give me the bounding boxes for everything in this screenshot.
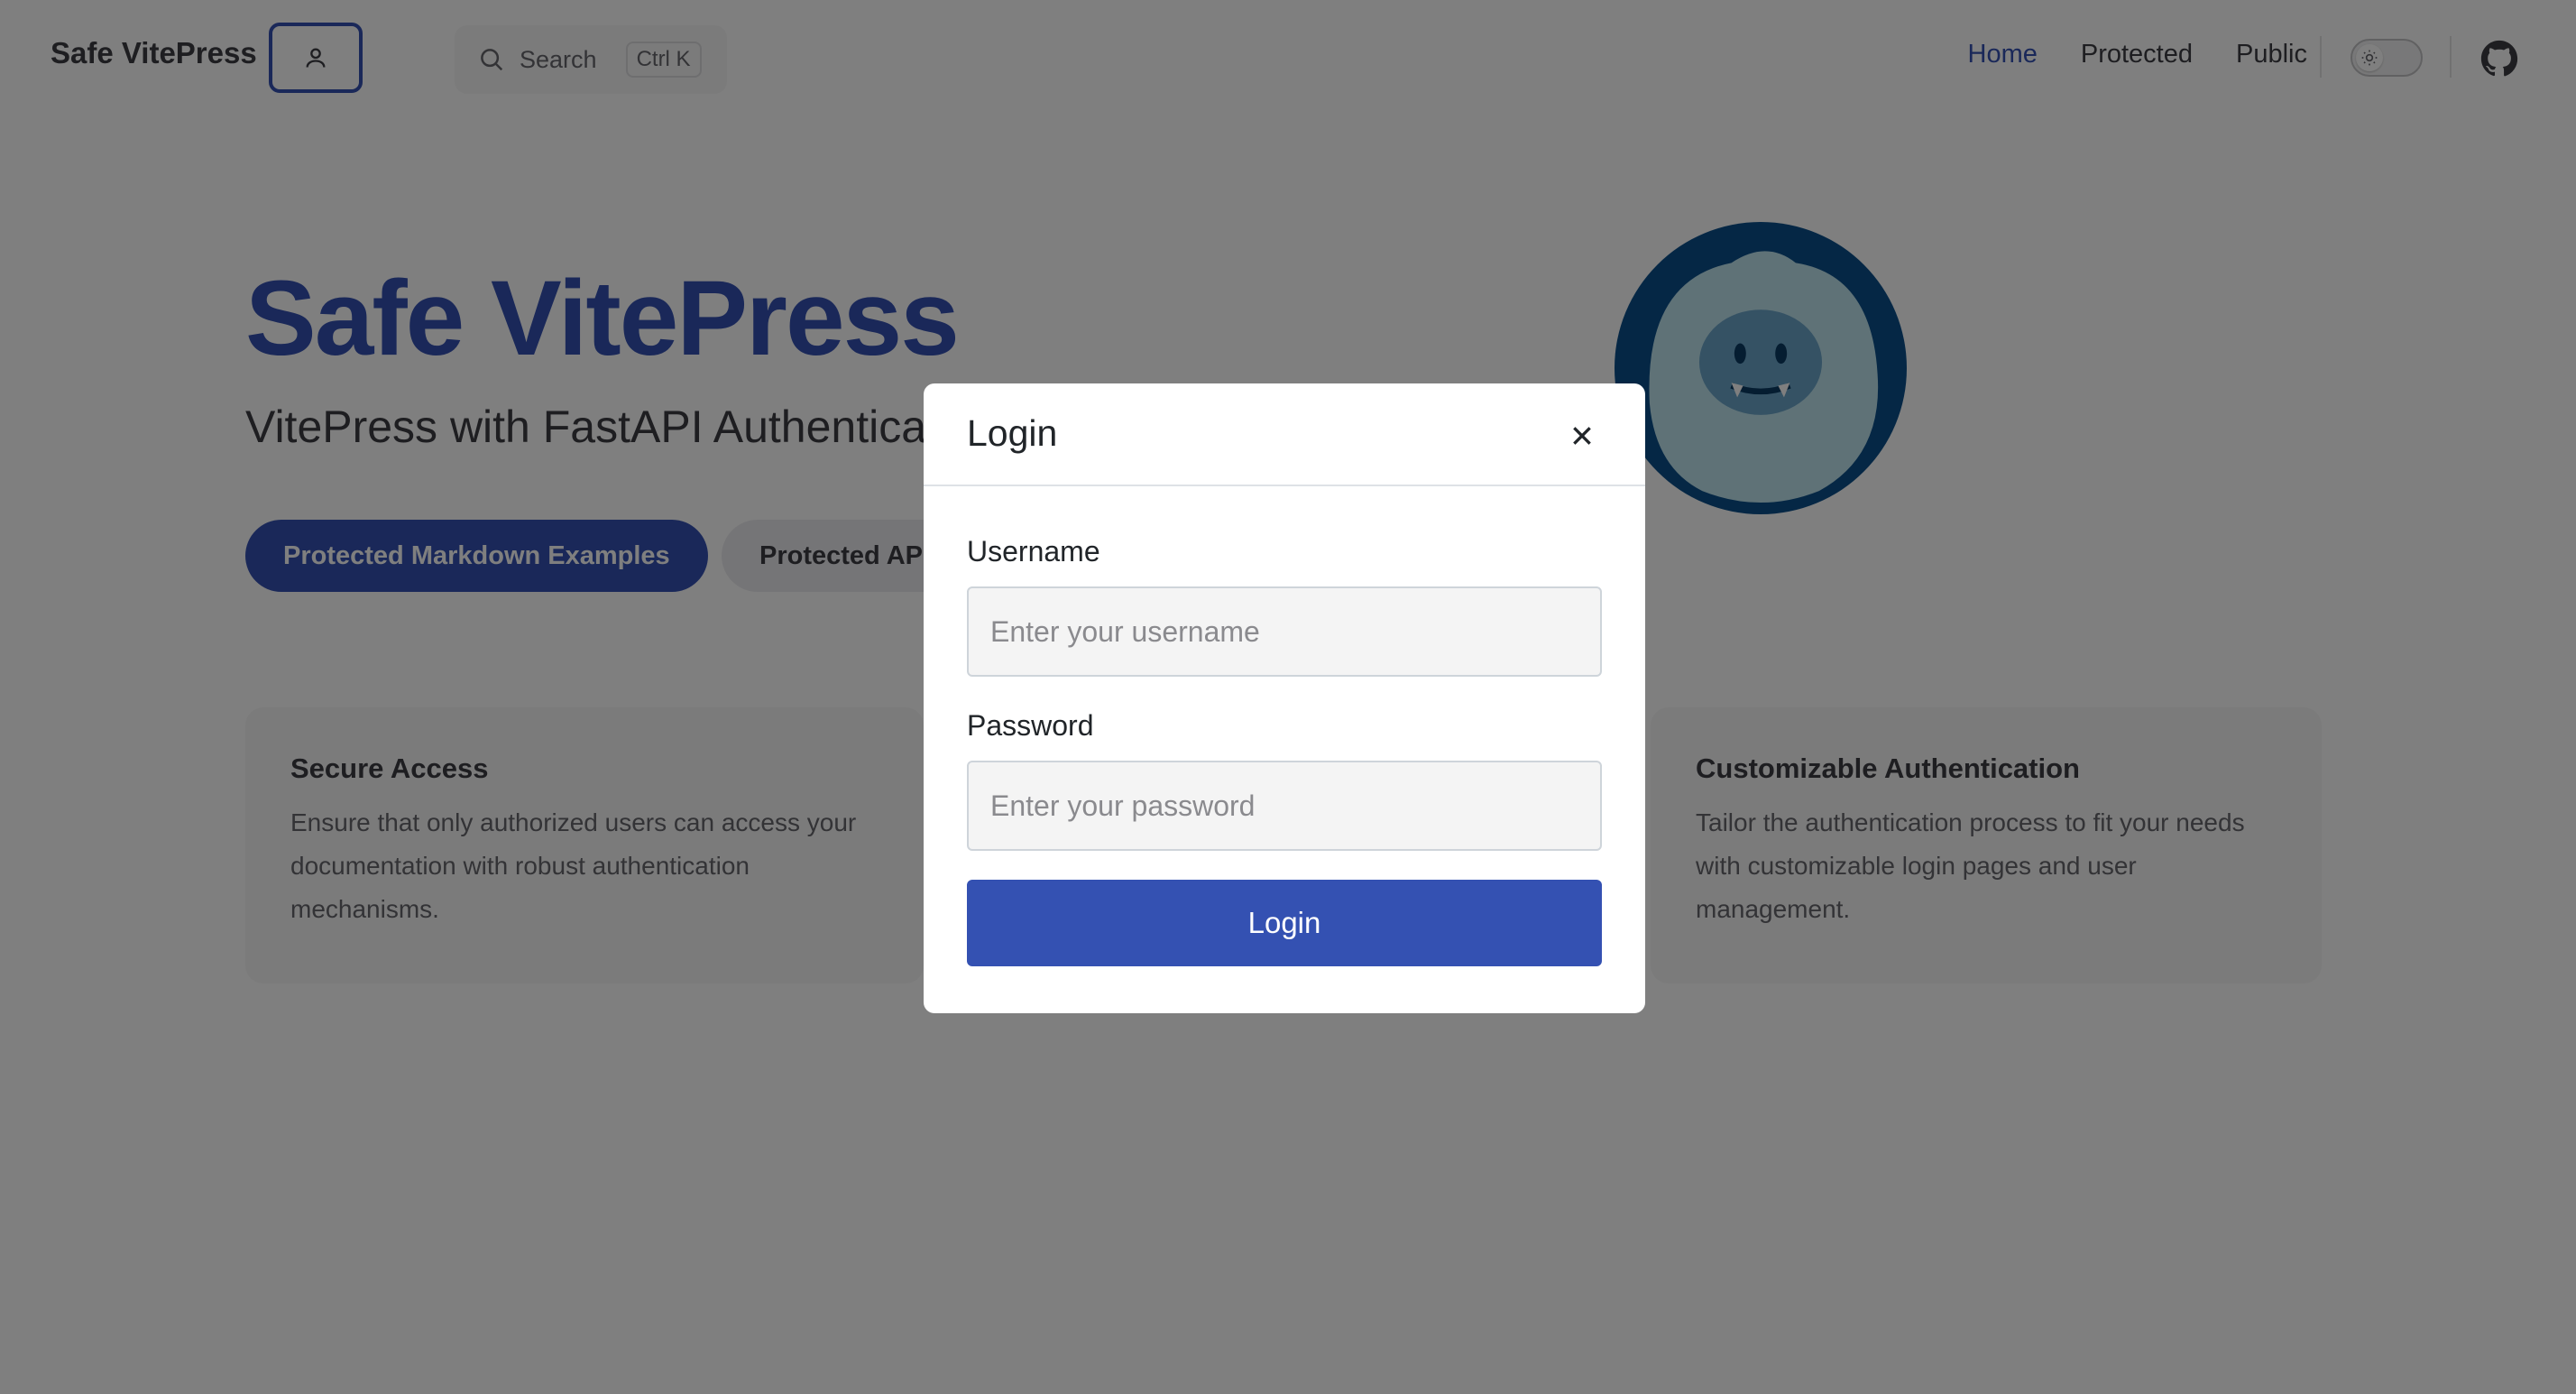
username-label: Username xyxy=(967,535,1100,568)
password-input[interactable] xyxy=(967,761,1602,851)
close-icon xyxy=(1573,427,1591,445)
login-modal: Login Username Password Login xyxy=(924,383,1645,1013)
login-submit-button[interactable]: Login xyxy=(967,880,1602,966)
username-input[interactable] xyxy=(967,586,1602,677)
modal-body: Username Password Login xyxy=(924,535,1645,966)
password-label: Password xyxy=(967,709,1094,742)
modal-header: Login xyxy=(924,383,1645,486)
close-button[interactable] xyxy=(1566,420,1598,452)
modal-title: Login xyxy=(967,412,1058,454)
